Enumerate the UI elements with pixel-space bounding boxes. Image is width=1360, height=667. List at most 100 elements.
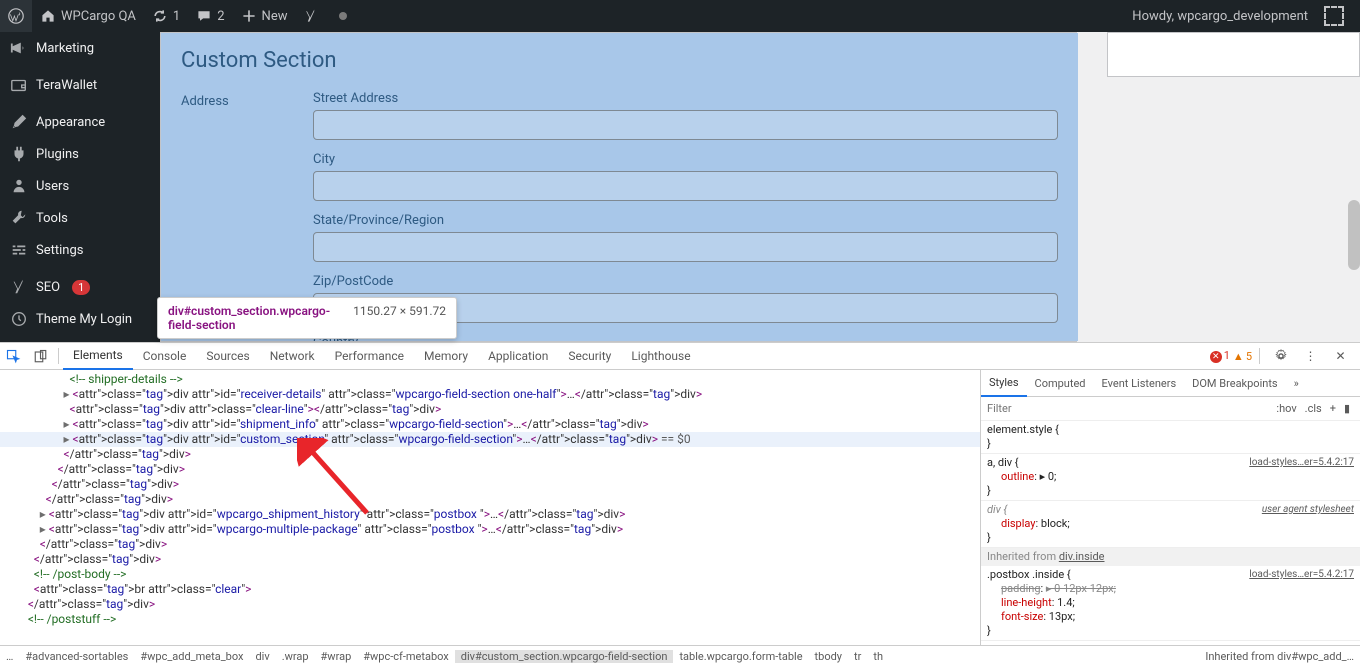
dom-line[interactable]: </attr">class="tag">div> — [0, 597, 980, 612]
crumb[interactable]: .wrap — [276, 650, 315, 663]
dom-line[interactable]: ▸ <attr">class="tag">div attr">id="wpcar… — [0, 522, 980, 537]
dom-line[interactable]: ▸ <attr">class="tag">div attr">id="custo… — [0, 432, 980, 447]
crumb[interactable]: div — [249, 650, 275, 663]
sidebar-item-appearance[interactable]: Appearance — [0, 106, 160, 138]
comments-count: 2 — [217, 9, 224, 24]
hov-toggle[interactable]: :hov — [1272, 400, 1300, 417]
comment-icon — [196, 8, 212, 24]
devtools-tab-memory[interactable]: Memory — [414, 343, 478, 370]
seo-ab[interactable] — [295, 0, 327, 32]
dom-line[interactable]: <attr">class="tag">div attr">class="clea… — [0, 402, 980, 417]
crumb[interactable]: table.wpcargo.form-table — [673, 650, 808, 663]
sidebar-item-settings[interactable]: Settings — [0, 234, 160, 266]
wp-logo[interactable] — [0, 0, 32, 32]
new-content[interactable]: New — [233, 0, 296, 32]
sidebar-item-label: Settings — [36, 243, 83, 258]
comments[interactable]: 2 — [188, 0, 232, 32]
updates[interactable]: 1 — [144, 0, 188, 32]
crumb[interactable]: tr — [848, 650, 867, 663]
sidebar-item-label: SEO — [36, 280, 60, 295]
city-input[interactable] — [313, 171, 1058, 201]
state-label: State/Province/Region — [313, 213, 1058, 228]
crumb[interactable]: … — [0, 650, 19, 663]
sidebar-item-wdes-mobile[interactable]: WDES Mobile — [0, 335, 160, 342]
crumb[interactable]: th — [867, 650, 889, 663]
devtools-tab-application[interactable]: Application — [478, 343, 558, 370]
warning-count[interactable]: ▲5 — [1233, 350, 1252, 363]
dom-line[interactable]: </attr">class="tag">div> — [0, 492, 980, 507]
styles-tab-styles[interactable]: Styles — [981, 370, 1027, 397]
dom-line[interactable]: </attr">class="tag">div> — [0, 537, 980, 552]
update-icon — [152, 8, 168, 24]
crumb[interactable]: #wpc-cf-metabox — [357, 650, 455, 663]
zip-label: Zip/PostCode — [313, 274, 1058, 289]
dom-line[interactable]: </attr">class="tag">div> — [0, 447, 980, 462]
sidebar-item-plugins[interactable]: Plugins — [0, 138, 160, 170]
yoast-icon — [303, 8, 319, 24]
devtools-tab-performance[interactable]: Performance — [325, 343, 414, 370]
sidebar-item-marketing[interactable]: Marketing — [0, 32, 160, 64]
site-name[interactable]: WPCargo QA — [32, 0, 144, 32]
seo-icon — [10, 278, 28, 296]
breadcrumb-right[interactable]: Inherited from div#wpc_add_… — [1199, 650, 1360, 663]
custom-section-highlighted: Custom Section Address Street Address Ci… — [161, 33, 1078, 341]
sidebar-item-terawallet[interactable]: TeraWallet — [0, 69, 160, 101]
devtools-tab-lighthouse[interactable]: Lighthouse — [621, 343, 700, 370]
styles-tab-event-listeners[interactable]: Event Listeners — [1094, 370, 1185, 397]
dom-line[interactable]: ▸ <attr">class="tag">div attr">id="shipm… — [0, 417, 980, 432]
styles-more-icon[interactable]: ▮ — [1340, 400, 1354, 417]
howdy-text: Howdy, wpcargo_development — [1132, 9, 1308, 24]
dom-line[interactable]: <!-- /poststuff --> — [0, 612, 980, 627]
dom-line[interactable]: ▸ <attr">class="tag">div attr">id="recei… — [0, 387, 980, 402]
crumb[interactable]: div#custom_section.wpcargo-field-section — [455, 650, 674, 663]
tooltip-dims: 1150.27 × 591.72 — [353, 304, 446, 318]
gear-icon[interactable] — [1267, 343, 1294, 370]
state-input[interactable] — [313, 232, 1058, 262]
styles-filter-input[interactable] — [987, 402, 1272, 415]
css-rule[interactable]: load-styles…er=5.4.2:17a, div {outline: … — [981, 454, 1360, 501]
sidebar-item-label: Theme My Login — [36, 312, 132, 327]
css-rule[interactable]: user agent stylesheetdiv {display: block… — [981, 501, 1360, 548]
street-input[interactable] — [313, 110, 1058, 140]
dom-line[interactable]: <!-- shipper-details --> — [0, 372, 980, 387]
styles-tabs-more[interactable]: » — [1286, 370, 1307, 397]
crumb[interactable]: #advanced-sortables — [19, 650, 134, 663]
dom-line[interactable]: </attr">class="tag">div> — [0, 477, 980, 492]
sidebar-item-seo[interactable]: SEO1 — [0, 271, 160, 303]
add-rule[interactable]: + — [1326, 400, 1340, 417]
crumb[interactable]: tbody — [809, 650, 848, 663]
dom-line[interactable]: <attr">class="tag">br attr">class="clear… — [0, 582, 980, 597]
sidebar-item-label: TeraWallet — [36, 78, 97, 93]
styles-tab-computed[interactable]: Computed — [1027, 370, 1094, 397]
cls-toggle[interactable]: .cls — [1301, 400, 1326, 417]
dom-tree[interactable]: <!-- shipper-details --> ▸ <attr">class=… — [0, 370, 980, 645]
css-rule[interactable]: load-styles…er=5.4.2:17.postbox .inside … — [981, 566, 1360, 641]
devtools-tab-network[interactable]: Network — [260, 343, 325, 370]
dom-line[interactable]: <!-- /post-body --> — [0, 567, 980, 582]
device-icon[interactable] — [27, 343, 54, 370]
devtools-tab-console[interactable]: Console — [133, 343, 197, 370]
styles-tab-dom-breakpoints[interactable]: DOM Breakpoints — [1184, 370, 1285, 397]
css-rule[interactable]: element.style {} — [981, 421, 1360, 454]
crumb[interactable]: #wpc_add_meta_box — [134, 650, 249, 663]
inspect-icon[interactable] — [0, 343, 27, 370]
dom-line[interactable]: ▸ <attr">class="tag">div attr">id="wpcar… — [0, 507, 980, 522]
devtools-tab-security[interactable]: Security — [558, 343, 621, 370]
dom-line[interactable]: </attr">class="tag">div> — [0, 462, 980, 477]
sidebar-item-users[interactable]: Users — [0, 170, 160, 202]
dom-line[interactable]: </attr">class="tag">div> — [0, 552, 980, 567]
devtools-tab-elements[interactable]: Elements — [63, 343, 133, 370]
scrollbar-thumb[interactable] — [1348, 200, 1360, 270]
error-count[interactable]: ✕1 — [1210, 349, 1230, 363]
close-icon[interactable]: ✕ — [1327, 343, 1354, 370]
crumb[interactable]: #wrap — [315, 650, 358, 663]
tooltip-selector: div#custom_section.wpcargo-field-section — [168, 304, 330, 332]
sidebar-item-tools[interactable]: Tools — [0, 202, 160, 234]
debug-ab[interactable] — [327, 0, 359, 32]
sidebar-item-theme-my-login[interactable]: Theme My Login — [0, 303, 160, 335]
my-account[interactable]: Howdy, wpcargo_development — [1124, 0, 1316, 32]
street-label: Street Address — [313, 91, 1058, 106]
fullscreen-toggle[interactable] — [1316, 0, 1352, 32]
devtools-tab-sources[interactable]: Sources — [196, 343, 259, 370]
kebab-icon[interactable]: ⋮ — [1297, 343, 1324, 370]
